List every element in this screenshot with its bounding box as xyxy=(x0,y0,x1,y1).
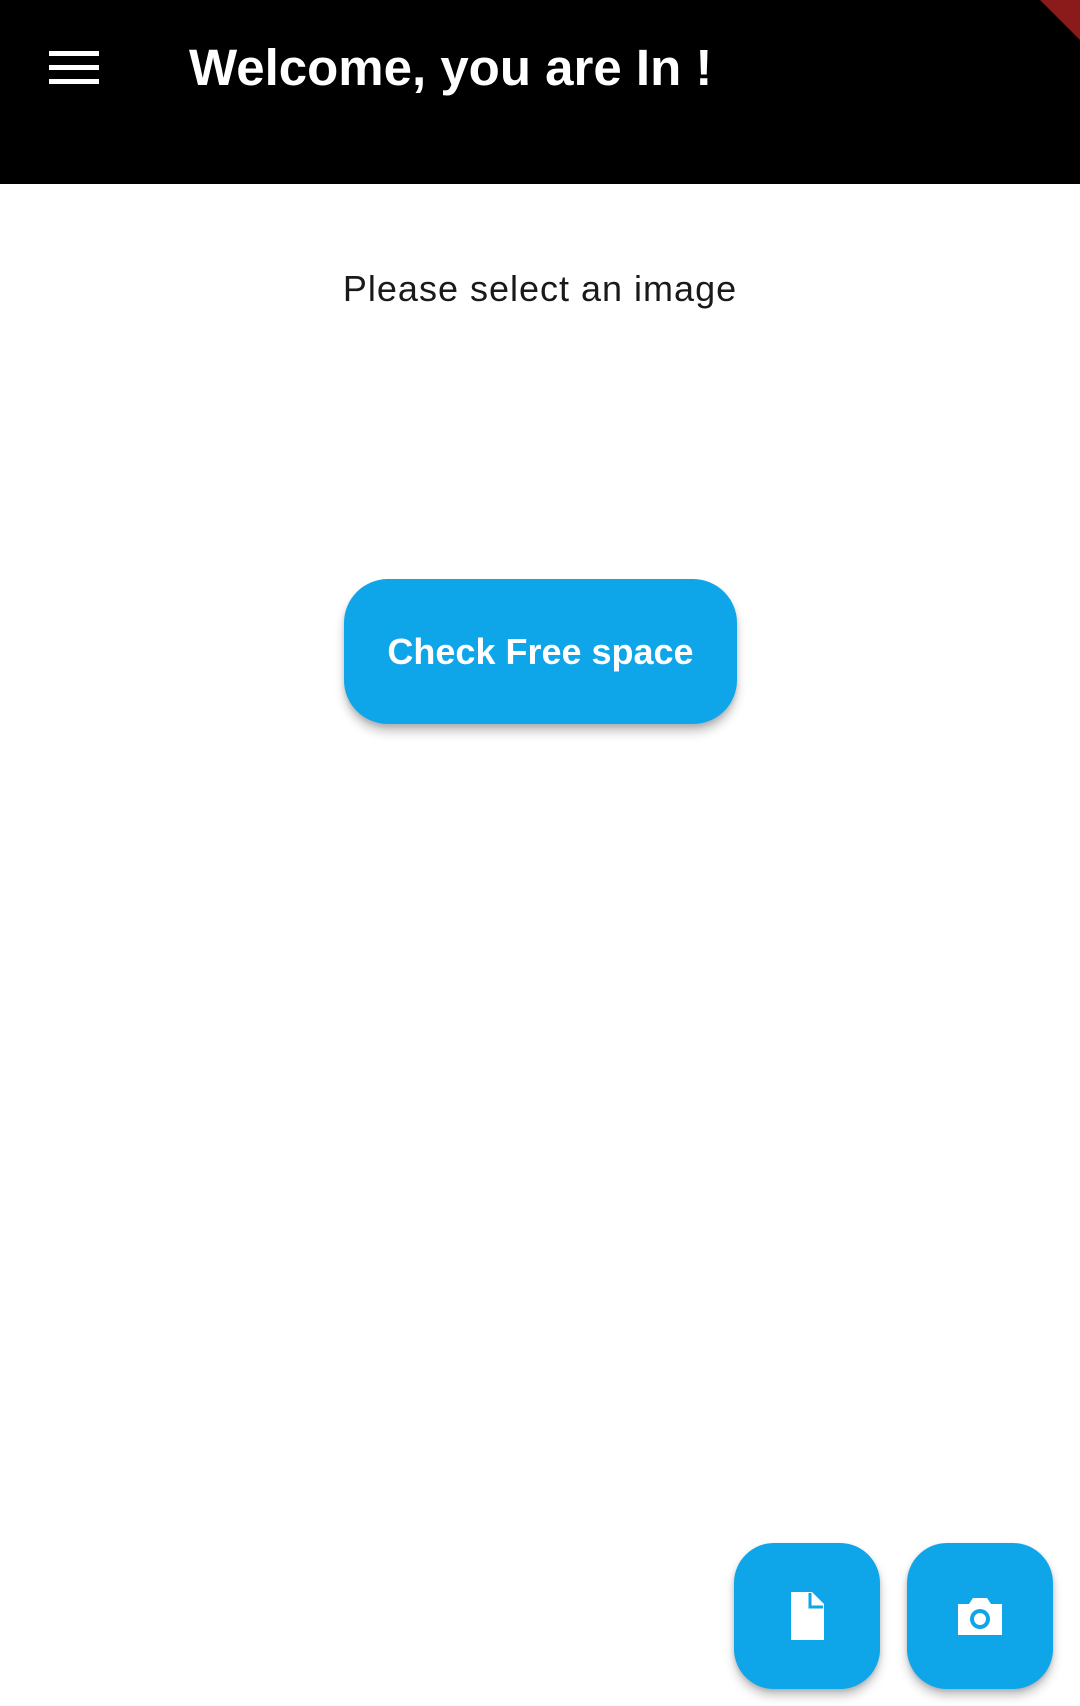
select-image-prompt: Please select an image xyxy=(342,268,738,309)
camera-icon xyxy=(958,1598,1002,1635)
debug-banner xyxy=(1040,0,1080,40)
file-icon xyxy=(791,1592,824,1640)
take-photo-button[interactable] xyxy=(907,1543,1053,1689)
page-title: Welcome, you are In ! xyxy=(189,39,713,96)
app-bar: Welcome, you are In ! xyxy=(0,0,1080,184)
hamburger-menu-icon xyxy=(49,51,99,84)
pick-file-button[interactable] xyxy=(734,1543,880,1689)
menu-button[interactable] xyxy=(38,36,110,100)
check-free-space-button[interactable]: Check Free space xyxy=(344,579,737,724)
